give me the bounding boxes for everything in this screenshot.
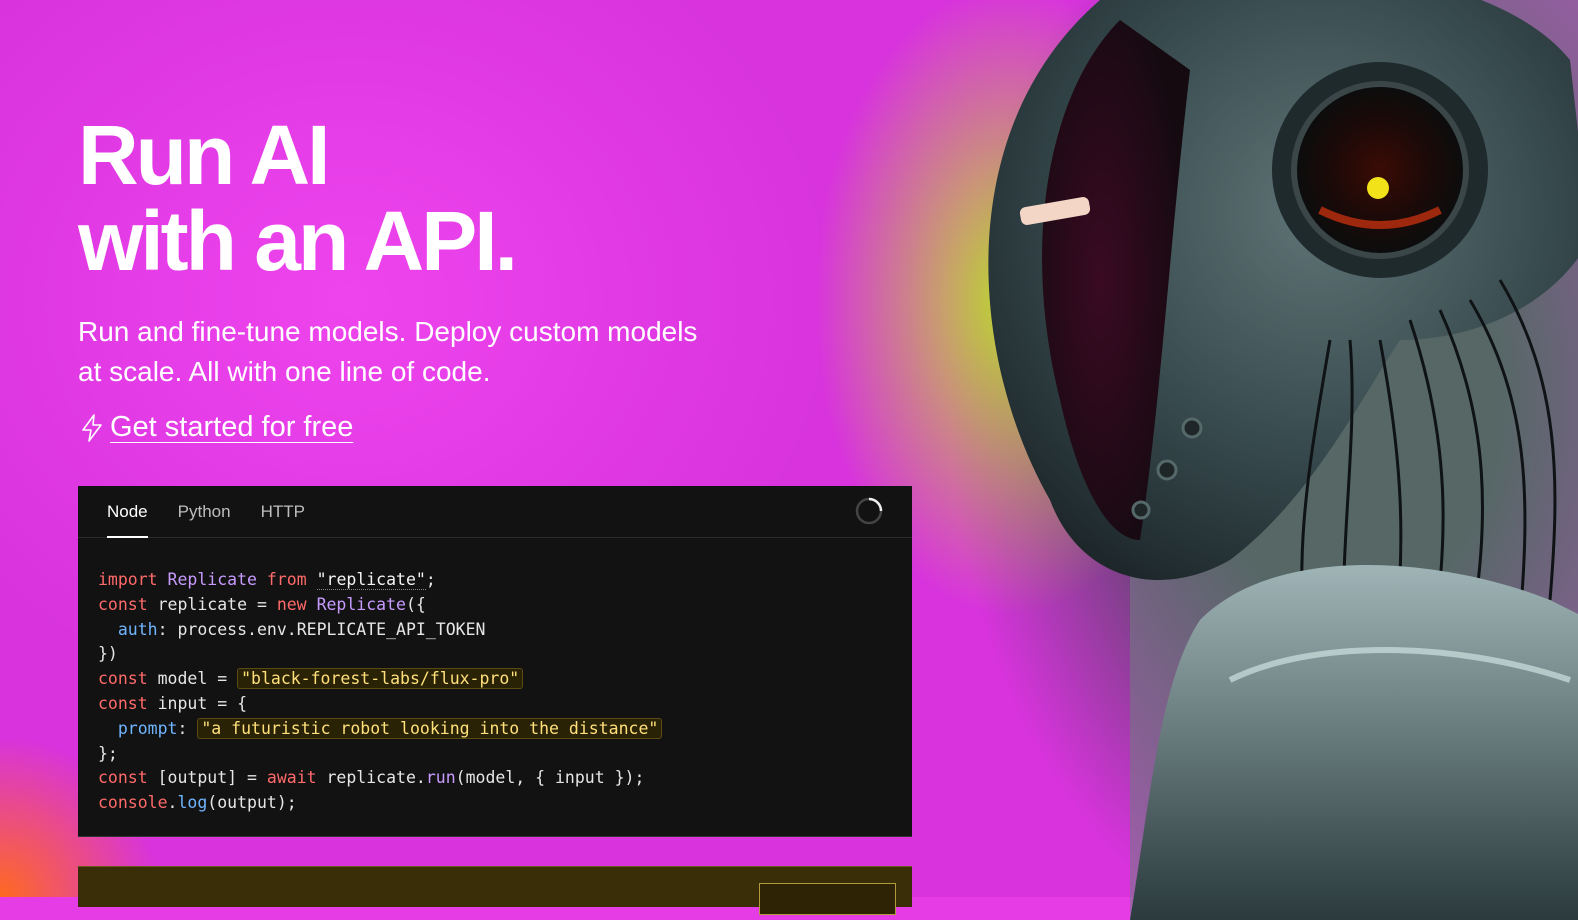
hero-title-line-2: with an API. (78, 194, 518, 288)
code-keyword: const (98, 594, 148, 614)
code-keyword: const (98, 768, 148, 788)
code-keyword: await (266, 768, 317, 788)
code-class: Replicate (167, 570, 257, 589)
code-text: }; (98, 743, 118, 763)
model-name-string[interactable]: "black-forest-labs/flux-pro" (237, 668, 524, 690)
code-keyword: import (98, 570, 158, 589)
code-keyword: new (276, 594, 307, 614)
code-function: run (425, 768, 456, 788)
secondary-panel-button[interactable] (759, 883, 896, 915)
tab-python[interactable]: Python (178, 486, 231, 537)
code-text: input = { (147, 693, 248, 713)
code-function: log (177, 793, 208, 813)
code-module-string: "replicate" (316, 570, 426, 590)
code-example-panel: Node Python HTTP import Replicate from "… (78, 486, 912, 837)
code-property: auth (117, 619, 158, 639)
language-tabs: Node Python HTTP (78, 486, 912, 538)
code-text: (output); (207, 793, 297, 813)
code-text: [output] = (147, 768, 267, 788)
hero-title: Run AI with an API. (78, 108, 518, 288)
tab-http[interactable]: HTTP (261, 486, 305, 537)
robot-image (988, 0, 1578, 920)
code-text: model = (147, 669, 238, 689)
lightning-icon (82, 413, 102, 442)
prompt-string[interactable]: "a futuristic robot looking into the dis… (197, 717, 663, 739)
code-property: prompt (117, 718, 178, 738)
code-object: console (98, 793, 168, 813)
code-text: : (177, 718, 198, 738)
code-text: replicate = (147, 594, 277, 614)
code-text: . (167, 793, 178, 813)
code-keyword: const (98, 669, 148, 689)
code-text: replicate. (316, 768, 426, 788)
hero-subtitle: Run and fine-tune models. Deploy custom … (78, 316, 698, 387)
code-text: ({ (405, 594, 426, 614)
code-block: import Replicate from "replicate"; const… (78, 538, 912, 816)
hero-title-line-1: Run AI (78, 108, 331, 202)
code-text: : process.env.REPLICATE_API_TOKEN (157, 619, 486, 639)
code-keyword: from (266, 570, 307, 589)
tab-node[interactable]: Node (107, 486, 148, 538)
get-started-link[interactable]: Get started for free (80, 411, 353, 444)
spinner-icon (855, 497, 883, 525)
code-text: (model, { input }); (455, 768, 645, 788)
code-text: }) (98, 644, 118, 664)
code-class: Replicate (316, 594, 406, 614)
get-started-label: Get started for free (110, 411, 354, 443)
code-keyword: const (98, 693, 148, 713)
code-text: ; (425, 570, 436, 589)
secondary-panel (78, 866, 912, 915)
